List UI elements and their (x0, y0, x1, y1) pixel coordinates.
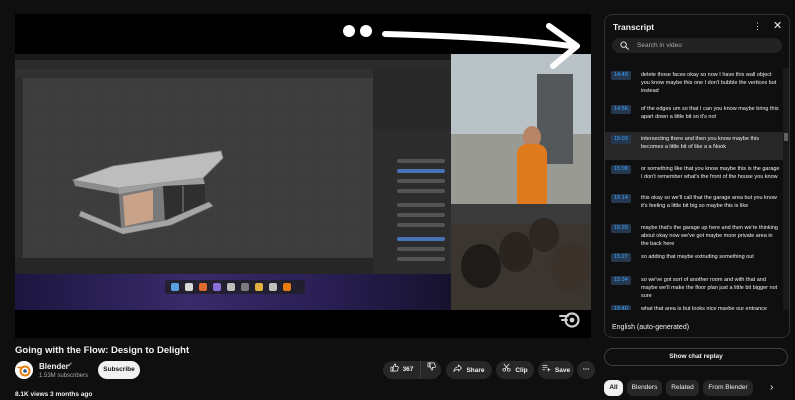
add-to-playlist-icon (542, 361, 551, 379)
transcript-segment[interactable]: 15:20 maybe that's the garage up here and… (605, 221, 783, 249)
view-count-and-date: 8.1K views 3 months ago (15, 391, 93, 398)
filter-chip[interactable]: All (604, 380, 623, 396)
segment-text: delete those faces okay so now I have th… (641, 72, 777, 94)
audience (451, 218, 591, 310)
segment-timestamp[interactable]: 15:08 (611, 165, 631, 174)
thumbs-down-icon (427, 361, 436, 379)
segment-timestamp[interactable]: 15:34 (611, 276, 631, 285)
transcript-language[interactable]: English (auto-generated) (612, 324, 689, 331)
transcript-search-input[interactable] (637, 38, 777, 53)
segment-text: what that area is but looks nice maybe o… (641, 306, 767, 310)
filter-chip[interactable]: Blenders (627, 380, 662, 396)
more-actions-button[interactable]: ⋯ (577, 361, 595, 379)
subscribe-button[interactable]: Subscribe (98, 361, 140, 379)
desktop-dock (165, 280, 305, 294)
blender-outliner (373, 69, 451, 129)
share-button[interactable]: Share (446, 361, 492, 379)
transcript-segment[interactable]: 15:03 intersecting there and then you kno… (605, 132, 783, 160)
segment-text: of the edges um so that I can you know m… (641, 106, 779, 120)
viewport-model-illustration (23, 78, 373, 258)
youtube-watch-page: Going with the Flow: Design to Delight B… (0, 0, 795, 400)
transcript-scrollbar[interactable] (783, 68, 789, 310)
close-icon[interactable]: ✕ (773, 19, 782, 32)
screen-capture-desktop (15, 54, 451, 310)
transcript-search (612, 38, 782, 53)
blender-window (15, 60, 451, 274)
transcript-segment[interactable]: 15:08 or something like that you know may… (605, 162, 783, 190)
search-icon (620, 41, 629, 50)
like-button[interactable]: 367 (383, 361, 421, 379)
kebab-menu-icon[interactable]: ⋮ (753, 21, 762, 32)
segment-timestamp[interactable]: 15:27 (611, 253, 631, 262)
clip-button[interactable]: Clip (496, 361, 534, 379)
segment-timestamp[interactable]: 14:56 (611, 105, 631, 114)
segment-timestamp[interactable]: 15:03 (611, 135, 631, 144)
like-dislike-group: 367 (383, 361, 441, 379)
segment-timestamp[interactable]: 15:20 (611, 224, 631, 233)
transcript-segment[interactable]: 15:40 what that area is but looks nice ma… (605, 302, 783, 310)
speaker (517, 144, 547, 204)
like-count: 367 (402, 366, 414, 373)
segment-text: or something like that you know maybe th… (641, 166, 780, 180)
transcript-segment[interactable]: 14:56 of the edges um so that I can you k… (605, 102, 783, 130)
segment-text: intersecting there and then you know may… (641, 136, 760, 150)
show-chat-replay-button[interactable]: Show chat replay (604, 348, 788, 366)
filter-chip[interactable]: Related (666, 380, 699, 396)
blender-logo-icon (15, 361, 33, 379)
transcript-segment[interactable]: 14:49 delete those faces okay so now I ha… (605, 68, 783, 96)
scissors-icon (502, 361, 511, 379)
thumbs-up-icon (390, 361, 399, 379)
transcript-segment[interactable]: 15:14 this okay so we'll call that the ga… (605, 191, 783, 219)
annotation-arrow-icon (343, 23, 580, 69)
segment-timestamp[interactable]: 15:14 (611, 194, 631, 203)
video-title: Going with the Flow: Design to Delight (15, 345, 190, 356)
blender-toolbar (15, 78, 23, 258)
chevron-right-icon[interactable]: › (770, 382, 773, 393)
filter-chip[interactable]: From Blender (703, 380, 753, 396)
save-button[interactable]: Save (538, 361, 574, 379)
segment-text: so we've got sort of another room and wi… (641, 277, 778, 299)
verified-icon: ✔ (67, 362, 73, 369)
blender-properties (373, 129, 451, 274)
subscriber-count: 1.53M subscribers (39, 373, 89, 379)
segment-timestamp[interactable]: 14:49 (611, 71, 631, 80)
blender-watermark-icon (559, 312, 580, 328)
scrollbar-thumb[interactable] (784, 133, 788, 141)
channel-name[interactable]: Blender (39, 362, 69, 371)
speaker-camera-feed (451, 54, 591, 310)
segment-text: maybe that's the garage up here and then… (641, 225, 778, 247)
video-player[interactable] (15, 14, 591, 338)
segment-timestamp[interactable]: 15:40 (611, 305, 631, 310)
blender-3d-viewport (23, 78, 373, 258)
segment-text: this okay so we'll call that the garage … (641, 195, 777, 209)
transcript-panel: Transcript ⋮ ✕ 14:49 delete those faces o… (604, 14, 790, 338)
transcript-segment-list: 14:49 delete those faces okay so now I ha… (605, 68, 783, 310)
transcript-title: Transcript (613, 22, 655, 32)
channel-avatar[interactable] (15, 361, 33, 379)
dislike-button[interactable] (421, 361, 441, 379)
transcript-segment[interactable]: 15:34 so we've got sort of another room a… (605, 273, 783, 301)
share-icon (453, 361, 463, 379)
segment-text: so adding that maybe extruding something… (641, 254, 754, 260)
blender-timeline (15, 258, 373, 274)
